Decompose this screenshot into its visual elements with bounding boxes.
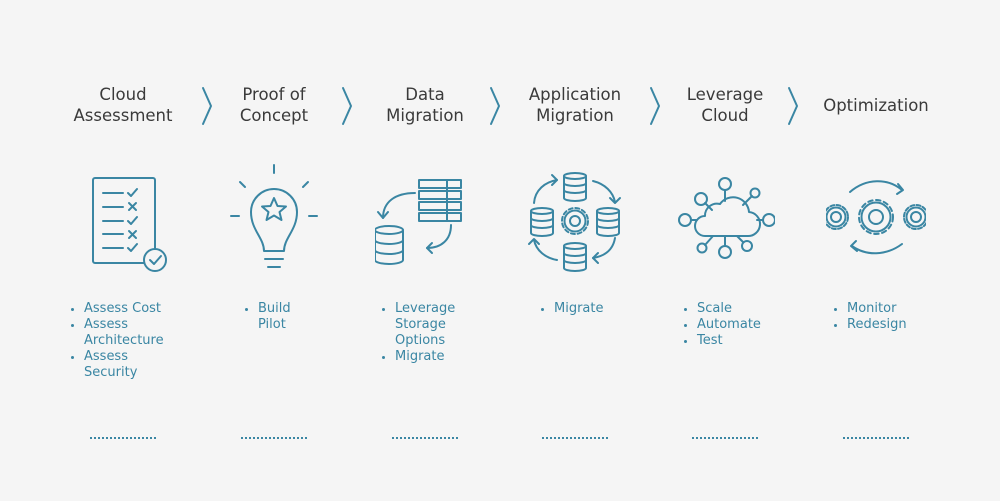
bullet-item: Redesign [833,317,907,333]
bullet-list: Monitor Redesign [833,301,907,333]
dotted-divider [392,437,458,439]
chevron-right-icon [342,87,352,125]
step-title: Optimization [801,95,951,116]
bullet-item: Assess Architecture [70,317,179,349]
bullet-item: Assess Cost [70,301,179,317]
title-line: Proof of [242,85,306,104]
cloud-network-icon [675,160,776,280]
database-cycle-gear-icon [525,160,625,280]
step-application-migration: Application Migration Migrate [500,0,650,501]
bullet-item: Monitor [833,301,907,317]
step-cloud-assessment: Cloud Assessment Assess Cost Assess Archi… [48,0,198,501]
chevron-right-icon [788,87,798,125]
bullet-item: Scale [683,301,761,317]
title-line: Concept [239,106,309,125]
bullet-item: Migrate [381,349,461,365]
bullet-list: Migrate [540,301,604,317]
step-data-migration: Data Migration Leverage Storage Options M… [350,0,500,501]
chevron-right-icon [490,87,500,125]
title-line: Cloud [99,85,147,104]
title-line: Migration [386,106,464,125]
title-line: Application [528,85,622,104]
checklist-icon [73,160,173,280]
step-title: Application Migration [500,84,650,126]
dotted-divider [843,437,909,439]
bullet-item: Leverage Storage Options [381,301,461,349]
gears-cycle-icon [823,160,929,280]
title-line: Data [405,85,445,104]
step-proof-of-concept: Proof of Concept Build Pilot [199,0,349,501]
chevron-right-icon [202,87,212,125]
dotted-divider [692,437,758,439]
step-title: Leverage Cloud [650,84,800,126]
server-to-database-icon [374,160,475,280]
dotted-divider [241,437,307,439]
bullet-list: Scale Automate Test [683,301,761,349]
step-title: Cloud Assessment [48,84,198,126]
dotted-divider [90,437,156,439]
step-leverage-cloud: Leverage Cloud Scale Automate Test [650,0,800,501]
title-line: Optimization [823,96,929,115]
bullet-item: Build Pilot [244,301,300,333]
title-line: Assessment [73,106,173,125]
bullet-item: Test [683,333,761,349]
bullet-list: Assess Cost Assess Architecture Assess S… [70,301,179,381]
step-title: Proof of Concept [199,84,349,126]
bullet-list: Leverage Storage Options Migrate [381,301,461,365]
step-optimization: Optimization Monitor Redesign [801,0,951,501]
bullet-item: Migrate [540,301,604,317]
bullet-item: Automate [683,317,761,333]
title-line: Leverage [686,85,764,104]
dotted-divider [542,437,608,439]
step-title: Data Migration [350,84,500,126]
title-line: Cloud [701,106,749,125]
lightbulb-star-icon [224,160,324,280]
chevron-right-icon [650,87,660,125]
bullet-list: Build Pilot [244,301,314,333]
title-line: Migration [536,106,614,125]
bullet-item: Assess Security [70,349,154,381]
